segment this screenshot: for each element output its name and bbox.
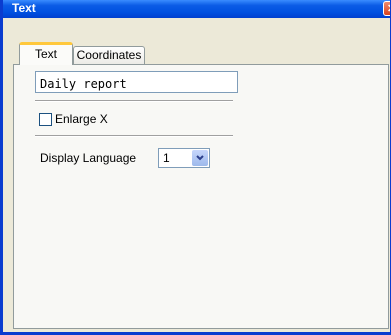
window-title: Text (12, 1, 36, 15)
divider-top (35, 100, 233, 102)
enlarge-x-row[interactable]: Enlarge X (39, 112, 108, 126)
enlarge-x-label: Enlarge X (55, 112, 108, 126)
chevron-down-icon (196, 155, 204, 161)
display-language-label: Display Language (40, 151, 137, 165)
close-button[interactable]: ✕ (383, 1, 390, 16)
dropdown-button[interactable] (192, 150, 208, 166)
text-input[interactable] (35, 71, 238, 93)
display-language-select[interactable]: 1 (158, 148, 210, 168)
divider-bottom (35, 135, 233, 137)
close-icon: ✕ (387, 3, 390, 15)
title-bar: Text ✕ (3, 0, 390, 18)
text-dialog-window: Text ✕ Text Coordinates Enlarge X Displa… (0, 0, 391, 335)
display-language-value: 1 (163, 151, 170, 165)
enlarge-x-checkbox[interactable] (39, 112, 52, 126)
tab-coordinates[interactable]: Coordinates (73, 46, 145, 64)
tab-panel (13, 64, 389, 329)
tab-text[interactable]: Text (19, 42, 73, 65)
